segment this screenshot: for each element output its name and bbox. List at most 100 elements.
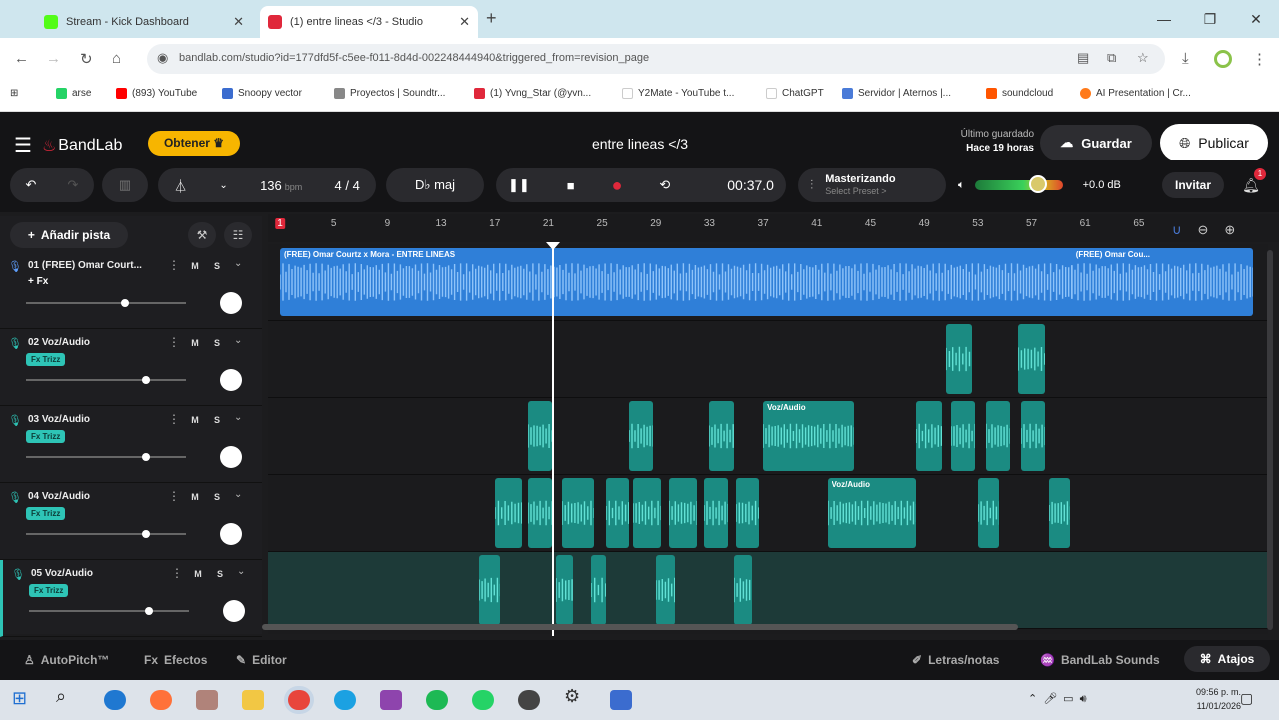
spotify-icon[interactable] <box>426 690 448 710</box>
slider-thumb[interactable] <box>142 530 150 538</box>
audio-clip[interactable] <box>655 555 675 625</box>
bookmark-item[interactable]: (893) YouTube <box>116 88 197 99</box>
obtener-button[interactable]: Obtener ♛ <box>148 131 240 156</box>
track-name[interactable]: 01 (FREE) Omar Court... <box>28 260 158 271</box>
chevron-down-icon[interactable]: ⌄ <box>234 412 242 423</box>
track-lane[interactable]: Voz/Audio <box>268 475 1268 552</box>
bookmark-item[interactable]: Proyectos | Soundtr... <box>334 88 445 99</box>
slider-thumb[interactable] <box>121 299 130 307</box>
chevron-down-icon[interactable]: ⌄ <box>234 258 242 269</box>
mute-button[interactable]: M <box>186 489 204 505</box>
system-tray[interactable]: ⌃🎤︎▭🔊︎ <box>1028 692 1093 706</box>
audio-clip[interactable] <box>1020 401 1045 471</box>
track-volume-slider[interactable] <box>26 376 186 384</box>
playhead[interactable] <box>552 244 555 636</box>
audio-clip[interactable] <box>669 478 698 548</box>
bookmark-item[interactable]: arse <box>56 88 91 99</box>
profile-avatar[interactable] <box>1214 50 1232 68</box>
audio-clip[interactable]: Voz/Audio <box>827 478 917 548</box>
track-header[interactable]: 🎙︎ 05 Voz/Audio ⋮ M S ⌄ Fx Trizz <box>0 560 262 637</box>
track-name[interactable]: 02 Voz/Audio <box>28 337 158 348</box>
track-lane[interactable]: Voz/Audio <box>268 398 1268 475</box>
track-menu-icon[interactable]: ⋮ <box>168 335 180 349</box>
volume-knob[interactable] <box>1028 175 1047 193</box>
pan-knob[interactable] <box>220 292 242 314</box>
mixer-button[interactable]: ☷ <box>224 222 252 248</box>
close-window-icon[interactable]: ✕ <box>1233 0 1279 38</box>
audio-clip[interactable] <box>494 478 522 548</box>
audio-clip[interactable]: Voz/Audio <box>763 401 855 471</box>
notifications-button[interactable]: 🔔︎ 1 <box>1236 168 1266 198</box>
slider-thumb[interactable] <box>142 376 150 384</box>
record-icon[interactable]: ● <box>612 175 623 196</box>
pan-knob[interactable] <box>220 369 242 391</box>
home-icon[interactable]: ⌂ <box>112 50 121 67</box>
stop-icon[interactable]: ■ <box>567 178 575 193</box>
mute-button[interactable]: M <box>189 566 207 582</box>
audio-clip[interactable] <box>478 555 501 625</box>
audio-clip[interactable] <box>977 478 1000 548</box>
track-menu-icon[interactable]: ⋮ <box>168 258 180 272</box>
track-fx-badge[interactable]: Fx Trizz <box>26 507 66 520</box>
audio-clip[interactable] <box>1048 478 1071 548</box>
bpm-field[interactable]: 136 bpm <box>260 178 302 193</box>
slider-thumb[interactable] <box>142 453 150 461</box>
obs-icon[interactable] <box>518 690 540 710</box>
time-display[interactable]: 00:37.0 <box>727 177 774 193</box>
track-fx-badge[interactable]: Fx Trizz <box>26 430 66 443</box>
file-explorer-icon[interactable] <box>242 690 264 710</box>
track-fx-badge[interactable]: Fx Trizz <box>26 353 66 366</box>
audio-clip[interactable] <box>528 478 553 548</box>
browser-tab-studio[interactable]: (1) entre lineas </3 - Studio ✕ <box>260 6 478 38</box>
back-icon[interactable]: ← <box>14 50 29 67</box>
install-app-icon[interactable]: ⧉ <box>1107 50 1116 66</box>
track-fx-badge[interactable]: Fx Trizz <box>29 584 69 597</box>
track-fx-badge[interactable]: + Fx <box>28 276 48 287</box>
track-header[interactable]: 🎙︎ 01 (FREE) Omar Court... ⋮ M S ⌄ + Fx <box>0 252 262 329</box>
bookmark-item[interactable]: Snoopy vector <box>222 88 302 99</box>
bookmark-star-icon[interactable]: ☆ <box>1137 50 1149 66</box>
grid-toggle-button[interactable]: ▥ <box>102 168 148 202</box>
track-lane[interactable] <box>268 321 1268 398</box>
hamburger-menu-icon[interactable]: ☰ <box>14 133 32 158</box>
pause-icon[interactable]: ❚❚ <box>508 177 530 193</box>
chevron-down-icon[interactable]: ⌄ <box>237 566 245 577</box>
reload-icon[interactable]: ↻ <box>80 50 93 68</box>
address-bar[interactable]: ◉ bandlab.com/studio?id=177dfd5f-c5ee-f0… <box>147 44 1165 74</box>
chevron-down-icon[interactable]: ⌄ <box>234 335 242 346</box>
timeline-ruler[interactable] <box>268 214 1279 242</box>
undo-icon[interactable]: ↶ <box>26 177 37 193</box>
solo-button[interactable]: S <box>208 258 226 274</box>
document-icon[interactable] <box>610 690 632 710</box>
minimize-icon[interactable]: — <box>1141 0 1187 38</box>
settings-gear-icon[interactable]: ⚙ <box>564 686 586 706</box>
pan-knob[interactable] <box>223 600 245 622</box>
track-volume-slider[interactable] <box>26 299 186 307</box>
save-button[interactable]: ☁ Guardar <box>1040 125 1152 161</box>
audio-clip[interactable] <box>736 478 760 548</box>
audio-clip[interactable] <box>561 478 595 548</box>
audio-clip[interactable] <box>628 401 654 471</box>
search-icon[interactable]: ⌕ <box>56 686 78 706</box>
apps-grid-icon[interactable]: ⊞ <box>10 88 18 99</box>
track-name[interactable]: 05 Voz/Audio <box>31 568 161 579</box>
pan-knob[interactable] <box>220 446 242 468</box>
audio-clip[interactable] <box>704 478 729 548</box>
audio-clip[interactable]: (FREE) Omar Cou... <box>1071 248 1253 316</box>
track-header[interactable]: 🎙︎ 02 Voz/Audio ⋮ M S ⌄ Fx Trizz <box>0 329 262 406</box>
track-volume-slider[interactable] <box>26 530 186 538</box>
close-tab-icon[interactable]: ✕ <box>459 14 470 30</box>
audio-clip[interactable] <box>951 401 976 471</box>
track-volume-slider[interactable] <box>26 453 186 461</box>
invite-button[interactable]: Invitar <box>1162 172 1224 198</box>
download-icon[interactable]: ⤓ <box>1182 50 1189 67</box>
publish-button[interactable]: 🌐︎ Publicar <box>1160 124 1268 162</box>
track-name[interactable]: 04 Voz/Audio <box>28 491 158 502</box>
add-track-button[interactable]: + Añadir pista <box>10 222 128 248</box>
track-menu-icon[interactable]: ⋮ <box>171 566 183 580</box>
audio-clip[interactable] <box>591 555 607 625</box>
tuner-button[interactable]: ⚒ <box>188 222 216 248</box>
mute-button[interactable]: M <box>186 335 204 351</box>
solo-button[interactable]: S <box>208 412 226 428</box>
lyrics-notes-button[interactable]: ✐ Letras/notas <box>912 648 999 672</box>
